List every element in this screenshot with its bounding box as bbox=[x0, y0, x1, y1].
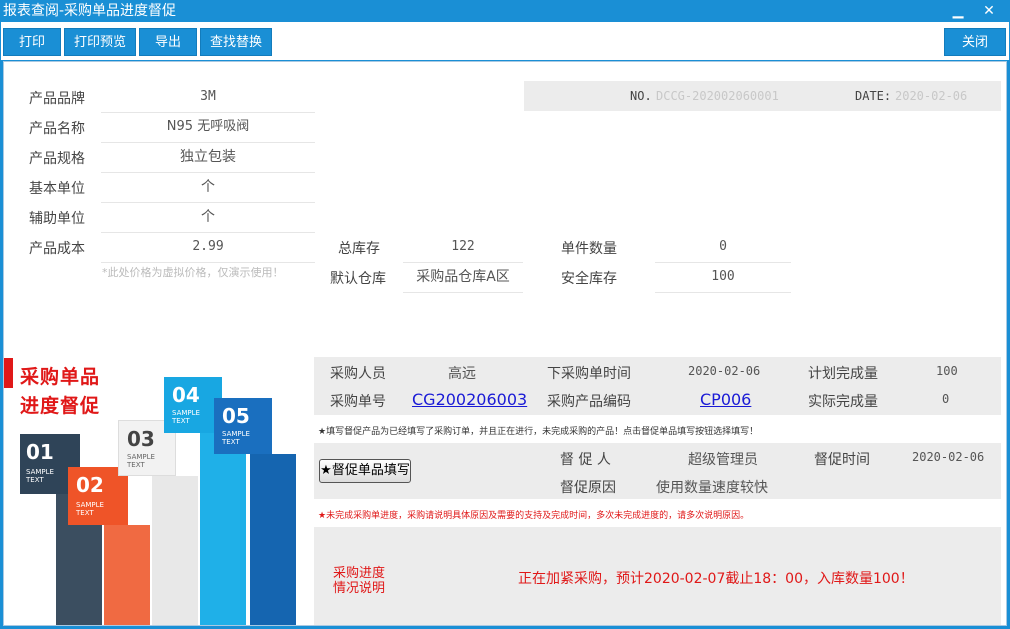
name-value: N95 无呼吸阀 bbox=[101, 113, 315, 143]
urge-info-band: 督 促 人 超级管理员 督促时间 2020-02-06 督促原因 使用数量速度较… bbox=[314, 443, 1001, 499]
spec-label: 产品规格 bbox=[29, 151, 85, 167]
section-marker bbox=[4, 358, 13, 388]
buyer-label: 采购人员 bbox=[330, 366, 386, 382]
block-05-text: SAMPLE TEXT bbox=[222, 430, 250, 446]
doc-number-band: NO. DCCG-202002060001 DATE: 2020-02-06 bbox=[524, 81, 1001, 111]
block-02-number: 02 bbox=[76, 473, 104, 497]
order-time-label: 下采购单时间 bbox=[547, 366, 631, 382]
section-title-line2: 进度督促 bbox=[20, 395, 101, 417]
cost-hint: *此处价格为虚拟价格，仅演示使用！ bbox=[102, 266, 284, 279]
infographic-pillar-04 bbox=[200, 433, 246, 625]
plan-qty-label: 计划完成量 bbox=[808, 366, 878, 382]
purchase-note: ★填写督促产品为已经填写了采购订单，并且正在进行，未完成采购的产品！点击督促单品… bbox=[318, 427, 759, 437]
block-03-number: 03 bbox=[127, 427, 155, 451]
doc-no-value: DCCG-202002060001 bbox=[656, 89, 779, 103]
order-no-label: 采购单号 bbox=[330, 394, 386, 410]
base-unit-value: 个 bbox=[101, 173, 315, 203]
infographic-block-05: 05 SAMPLE TEXT bbox=[214, 398, 272, 454]
close-button[interactable]: 关闭 bbox=[944, 28, 1006, 56]
block-02-text: SAMPLE TEXT bbox=[76, 501, 104, 517]
unit-qty-value: 0 bbox=[655, 233, 791, 263]
aux-unit-value: 个 bbox=[101, 203, 315, 233]
infographic-pillar-05 bbox=[250, 454, 296, 625]
plan-qty-value: 100 bbox=[936, 364, 958, 378]
doc-date-value: 2020-02-06 bbox=[895, 89, 968, 103]
name-label: 产品名称 bbox=[29, 121, 85, 137]
spec-value: 独立包装 bbox=[101, 143, 315, 173]
progress-band: 采购进度 情况说明 正在加紧采购，预计2020-02-07截止18：00，入库数… bbox=[314, 527, 1001, 625]
urge-time-value: 2020-02-06 bbox=[912, 450, 985, 464]
urge-note: ★未完成采购单进度，采购请说明具体原因及需要的支持及完成时间，多次未完成进度的，… bbox=[318, 511, 750, 521]
minimize-icon[interactable]: ▁ bbox=[946, 0, 970, 22]
product-code-link[interactable]: CP006 bbox=[700, 390, 751, 409]
export-button[interactable]: 导出 bbox=[139, 28, 197, 56]
report-content: 产品品牌 3M 产品名称 N95 无呼吸阀 产品规格 独立包装 基本单位 个 辅… bbox=[3, 61, 1007, 626]
purchase-info-band: 采购人员 高远 下采购单时间 2020-02-06 计划完成量 100 采购单号… bbox=[314, 357, 1001, 415]
cost-label: 产品成本 bbox=[29, 241, 85, 257]
total-stock-value: 122 bbox=[403, 233, 523, 263]
safety-stock-label: 安全库存 bbox=[561, 271, 617, 287]
find-replace-button[interactable]: 查找替换 bbox=[200, 28, 272, 56]
order-time-value: 2020-02-06 bbox=[688, 364, 761, 378]
actual-qty-label: 实际完成量 bbox=[808, 394, 878, 410]
block-01-number: 01 bbox=[26, 440, 54, 464]
product-code-label: 采购产品编码 bbox=[547, 394, 631, 410]
total-stock-label: 总库存 bbox=[338, 241, 380, 257]
actual-qty-value: 0 bbox=[942, 392, 950, 406]
infographic-pillar-02 bbox=[104, 525, 150, 625]
urge-reason-value: 使用数量速度较快 bbox=[656, 480, 768, 496]
block-04-text: SAMPLE TEXT bbox=[172, 409, 200, 425]
cost-value: 2.99 bbox=[101, 233, 315, 263]
block-05-number: 05 bbox=[222, 404, 250, 428]
print-button[interactable]: 打印 bbox=[3, 28, 61, 56]
urge-reason-label: 督促原因 bbox=[560, 480, 616, 496]
base-unit-label: 基本单位 bbox=[29, 181, 85, 197]
brand-value: 3M bbox=[101, 83, 315, 113]
progress-label-line2: 情况说明 bbox=[333, 581, 386, 596]
safety-stock-value: 100 bbox=[655, 263, 791, 293]
title-bar: 报表查阅-采购单品进度督促 ▁ ✕ bbox=[0, 0, 1010, 22]
urge-fill-button[interactable]: ★督促单品填写 bbox=[319, 459, 411, 483]
block-04-number: 04 bbox=[172, 383, 200, 407]
print-preview-button[interactable]: 打印预览 bbox=[64, 28, 136, 56]
urge-person-label: 督 促 人 bbox=[560, 452, 611, 468]
progress-text: 正在加紧采购，预计2020-02-07截止18：00，入库数量100！ bbox=[518, 571, 914, 587]
aux-unit-label: 辅助单位 bbox=[29, 211, 85, 227]
urge-person-value: 超级管理员 bbox=[688, 452, 758, 468]
buyer-value: 高远 bbox=[448, 366, 476, 382]
window-title: 报表查阅-采购单品进度督促 bbox=[3, 3, 177, 19]
doc-no-label: NO. bbox=[630, 89, 652, 103]
infographic-pillar-03 bbox=[152, 476, 198, 625]
close-icon[interactable]: ✕ bbox=[977, 0, 1001, 22]
default-warehouse-value: 采购品仓库A区 bbox=[403, 263, 523, 293]
toolbar: 打印 打印预览 导出 查找替换 关闭 bbox=[1, 22, 1009, 60]
brand-label: 产品品牌 bbox=[29, 91, 85, 107]
section-title-line1: 采购单品 bbox=[20, 366, 101, 388]
urge-time-label: 督促时间 bbox=[814, 452, 870, 468]
doc-date-label: DATE: bbox=[855, 89, 892, 103]
block-03-text: SAMPLE TEXT bbox=[127, 453, 155, 469]
block-01-text: SAMPLE TEXT bbox=[26, 468, 54, 484]
default-warehouse-label: 默认仓库 bbox=[330, 271, 386, 287]
order-no-link[interactable]: CG200206003 bbox=[412, 390, 527, 409]
unit-qty-label: 单件数量 bbox=[561, 241, 617, 257]
